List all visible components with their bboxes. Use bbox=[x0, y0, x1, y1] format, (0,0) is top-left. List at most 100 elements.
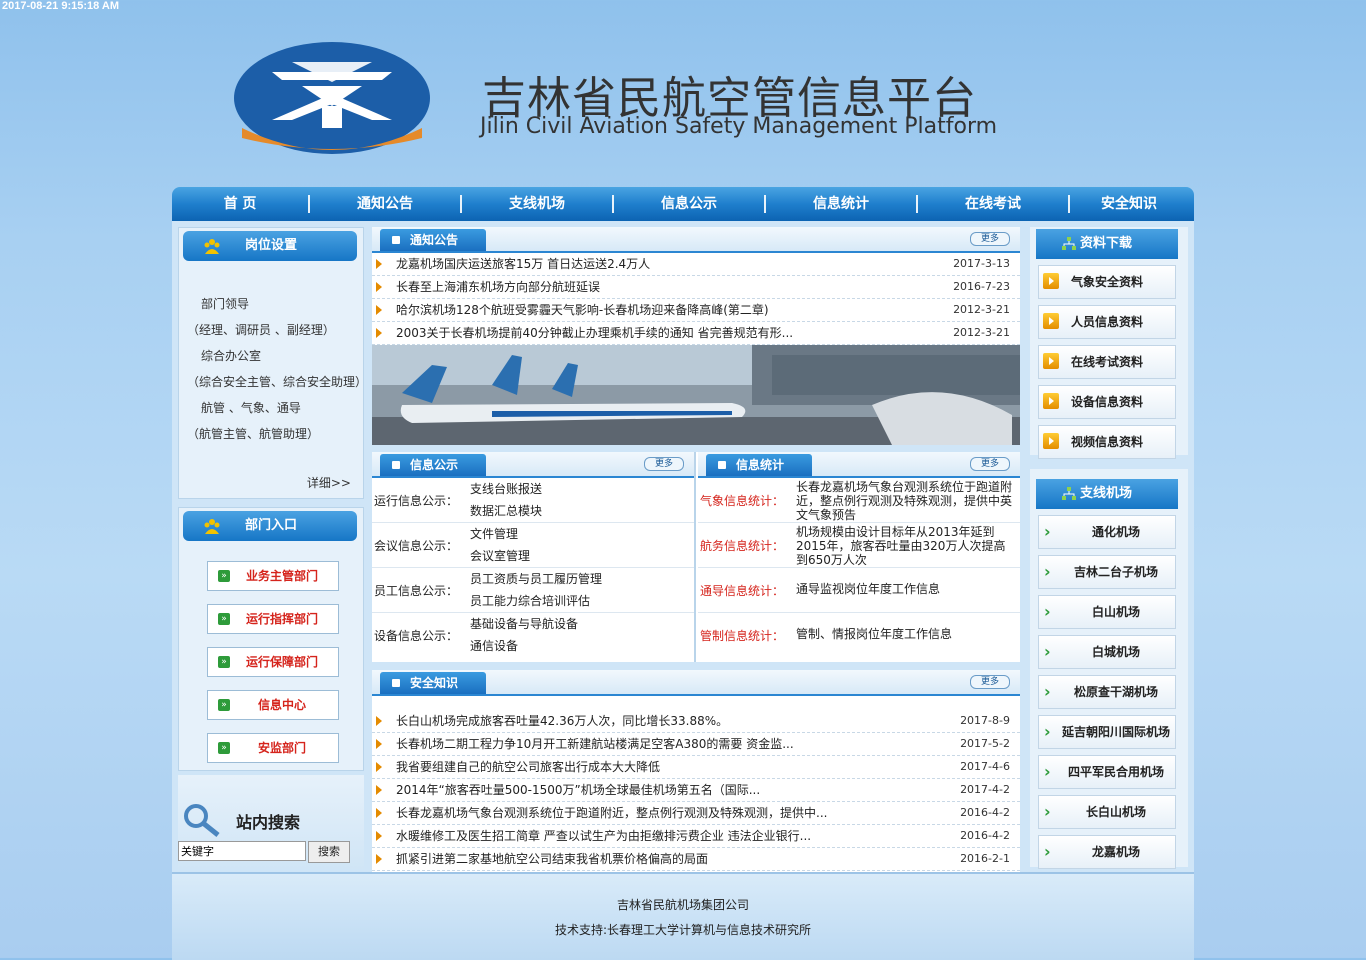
info-link[interactable]: 通信设备 bbox=[470, 635, 578, 657]
stat-text[interactable]: 通导监视岗位年度工作信息 bbox=[796, 582, 1014, 596]
airport-item[interactable]: › 白城机场 bbox=[1038, 635, 1176, 669]
news-title[interactable]: 2003关于长春机场提前40分钟截止办理乘机手续的通知 省完善规范有形... bbox=[396, 322, 866, 344]
news-row[interactable]: 长白山机场完成旅客吞吐量42.36万人次，同比增长33.88%。 2017-8-9 bbox=[372, 710, 1020, 733]
info-link[interactable]: 会议室管理 bbox=[470, 545, 530, 567]
news-date: 2016-7-23 bbox=[953, 280, 1010, 293]
nav-safety[interactable]: 安全知识 bbox=[1070, 187, 1188, 221]
news-row[interactable]: 抓紧引进第二家基地航空公司结束我省机票价格偏高的局面 2016-2-1 bbox=[372, 848, 1020, 871]
stat-text[interactable]: 管制、情报岗位年度工作信息 bbox=[796, 627, 1014, 641]
stats-header: 信息统计 更多 bbox=[698, 452, 1020, 478]
tab-info[interactable]: 信息公示 bbox=[380, 454, 486, 476]
info-more-button[interactable]: 更多 bbox=[644, 457, 684, 471]
triangle-icon bbox=[376, 739, 382, 749]
info-link[interactable]: 文件管理 bbox=[470, 523, 530, 545]
airport-item[interactable]: › 白山机场 bbox=[1038, 595, 1176, 629]
dept-button[interactable]: » 运行指挥部门 bbox=[207, 604, 339, 634]
search-button[interactable]: 搜索 bbox=[308, 841, 350, 863]
news-date: 2017-5-2 bbox=[960, 737, 1010, 750]
dept-button[interactable]: » 安监部门 bbox=[207, 733, 339, 763]
airport-item[interactable]: › 延吉朝阳川国际机场 bbox=[1038, 715, 1176, 749]
dept-button[interactable]: » 业务主管部门 bbox=[207, 561, 339, 591]
search-input[interactable] bbox=[178, 841, 306, 861]
nav-home[interactable]: 首 页 bbox=[172, 187, 308, 221]
airport-item[interactable]: › 龙嘉机场 bbox=[1038, 835, 1176, 869]
post-line[interactable]: 航管 、气象、通导 bbox=[187, 395, 363, 421]
news-row[interactable]: 2014年“旅客吞吐量500-1500万”机场全球最佳机场第五名（国际... 20… bbox=[372, 779, 1020, 802]
stat-category[interactable]: 通导信息统计： bbox=[700, 582, 784, 599]
airport-item[interactable]: › 吉林二台子机场 bbox=[1038, 555, 1176, 589]
airport-item[interactable]: › 四平军民合用机场 bbox=[1038, 755, 1176, 789]
airport-item[interactable]: › 松原查干湖机场 bbox=[1038, 675, 1176, 709]
triangle-icon bbox=[376, 716, 382, 726]
airport-label: 吉林二台子机场 bbox=[1073, 565, 1158, 579]
nav-exam[interactable]: 在线考试 bbox=[918, 187, 1068, 221]
news-title[interactable]: 长春龙嘉机场气象台观测系统位于跑道附近，整点例行观测及特殊观测，提供中... bbox=[396, 802, 866, 824]
stat-category[interactable]: 气象信息统计： bbox=[700, 492, 784, 509]
airport-item[interactable]: › 长白山机场 bbox=[1038, 795, 1176, 829]
news-row[interactable]: 长春至上海浦东机场方向部分航班延误 2016-7-23 bbox=[372, 276, 1020, 299]
news-title[interactable]: 龙嘉机场国庆运送旅客15万 首日达运送2.4万人 bbox=[396, 253, 866, 275]
nav-info[interactable]: 信息公示 bbox=[614, 187, 764, 221]
stats-more-button[interactable]: 更多 bbox=[970, 457, 1010, 471]
resource-item[interactable]: 视频信息资料 bbox=[1038, 425, 1176, 459]
search-panel: 站内搜索 搜索 bbox=[178, 775, 364, 869]
posts-more-link[interactable]: 详细>> bbox=[307, 474, 351, 491]
post-line[interactable]: 综合办公室 bbox=[187, 343, 363, 369]
stat-text[interactable]: 长春龙嘉机场气象台观测系统位于跑道附近，整点例行观测及特殊观测，提供中英文气象预… bbox=[796, 480, 1014, 522]
news-row[interactable]: 2003关于长春机场提前40分钟截止办理乘机手续的通知 省完善规范有形... 20… bbox=[372, 322, 1020, 345]
resource-item[interactable]: 气象安全资料 bbox=[1038, 265, 1176, 299]
info-items: 基础设备与导航设备 通信设备 bbox=[470, 613, 578, 657]
stat-category[interactable]: 管制信息统计： bbox=[700, 627, 784, 644]
resource-label: 气象安全资料 bbox=[1071, 275, 1144, 289]
tab-notice[interactable]: 通知公告 bbox=[380, 229, 486, 251]
resource-item[interactable]: 人员信息资料 bbox=[1038, 305, 1176, 339]
news-row[interactable]: 长春机场二期工程力争10月开工新建航站楼满足空客A380的需要 资金监... 20… bbox=[372, 733, 1020, 756]
news-title[interactable]: 抓紧引进第二家基地航空公司结束我省机票价格偏高的局面 bbox=[396, 848, 866, 870]
news-title[interactable]: 哈尔滨机场128个航班受雾霾天气影响-长春机场迎来备降高峰(第二章) bbox=[396, 299, 866, 321]
airport-item[interactable]: › 通化机场 bbox=[1038, 515, 1176, 549]
triangle-icon bbox=[376, 831, 382, 841]
safety-panel: 安全知识 更多 长白山机场完成旅客吞吐量42.36万人次，同比增长33.88%。… bbox=[372, 670, 1020, 876]
play-icon bbox=[1043, 273, 1059, 289]
notice-more-button[interactable]: 更多 bbox=[970, 232, 1010, 246]
dept-button-label: 运行指挥部门 bbox=[245, 612, 318, 626]
resource-item[interactable]: 设备信息资料 bbox=[1038, 385, 1176, 419]
news-title[interactable]: 2014年“旅客吞吐量500-1500万”机场全球最佳机场第五名（国际... bbox=[396, 779, 866, 801]
nav-notice[interactable]: 通知公告 bbox=[310, 187, 460, 221]
news-row[interactable]: 长春龙嘉机场气象台观测系统位于跑道附近，整点例行观测及特殊观测，提供中... 20… bbox=[372, 802, 1020, 825]
news-title[interactable]: 长白山机场完成旅客吞吐量42.36万人次，同比增长33.88%。 bbox=[396, 710, 866, 732]
tab-stats[interactable]: 信息统计 bbox=[706, 454, 812, 476]
nav-separator bbox=[308, 195, 310, 213]
news-row[interactable]: 我省要组建自己的航空公司旅客出行成本大大降低 2017-4-6 bbox=[372, 756, 1020, 779]
info-link[interactable]: 员工资质与员工履历管理 bbox=[470, 568, 602, 590]
nav-airports[interactable]: 支线机场 bbox=[462, 187, 612, 221]
safety-more-button[interactable]: 更多 bbox=[970, 675, 1010, 689]
news-row[interactable]: 水暖维修工及医生招工简章 严查以试生产为由拒缴排污费企业 违法企业银行... 20… bbox=[372, 825, 1020, 848]
info-link[interactable]: 数据汇总模块 bbox=[470, 500, 542, 522]
sitemap-icon bbox=[1062, 487, 1076, 500]
info-link[interactable]: 基础设备与导航设备 bbox=[470, 613, 578, 635]
resource-item[interactable]: 在线考试资料 bbox=[1038, 345, 1176, 379]
timestamp: 2017-08-21 9:15:18 AM bbox=[2, 0, 119, 12]
news-row[interactable]: 龙嘉机场国庆运送旅客15万 首日达运送2.4万人 2017-3-13 bbox=[372, 253, 1020, 276]
safety-header: 安全知识 更多 bbox=[372, 670, 1020, 696]
stat-text[interactable]: 机场规模由设计目标年从2013年延到2015年，旅客吞吐量由320万人次提高到6… bbox=[796, 525, 1014, 567]
dept-button[interactable]: » 信息中心 bbox=[207, 690, 339, 720]
post-line[interactable]: 部门领导 bbox=[187, 291, 363, 317]
resources-panel: 资料下载 气象安全资料 人员信息资料 在线考试资料 设备信息资料 视频信息资料 bbox=[1030, 227, 1188, 459]
stat-category[interactable]: 航务信息统计： bbox=[700, 537, 784, 554]
dept-button[interactable]: » 运行保障部门 bbox=[207, 647, 339, 677]
chevron-right-icon: › bbox=[1044, 642, 1051, 661]
news-title[interactable]: 水暖维修工及医生招工简章 严查以试生产为由拒缴排污费企业 违法企业银行... bbox=[396, 825, 866, 847]
news-title[interactable]: 我省要组建自己的航空公司旅客出行成本大大降低 bbox=[396, 756, 866, 778]
stats-panel: 信息统计 更多 气象信息统计： 长春龙嘉机场气象台观测系统位于跑道附近，整点例行… bbox=[698, 452, 1020, 662]
news-title[interactable]: 长春至上海浦东机场方向部分航班延误 bbox=[396, 276, 866, 298]
info-link[interactable]: 支线台账报送 bbox=[470, 478, 542, 500]
tab-safety[interactable]: 安全知识 bbox=[380, 672, 486, 694]
nav-stats[interactable]: 信息统计 bbox=[766, 187, 916, 221]
airport-label: 延吉朝阳川国际机场 bbox=[1061, 725, 1170, 739]
news-row[interactable]: 哈尔滨机场128个航班受雾霾天气影响-长春机场迎来备降高峰(第二章) 2012-3… bbox=[372, 299, 1020, 322]
info-link[interactable]: 员工能力综合培训评估 bbox=[470, 590, 602, 612]
airport-label: 通化机场 bbox=[1091, 525, 1140, 539]
news-title[interactable]: 长春机场二期工程力争10月开工新建航站楼满足空客A380的需要 资金监... bbox=[396, 733, 866, 755]
